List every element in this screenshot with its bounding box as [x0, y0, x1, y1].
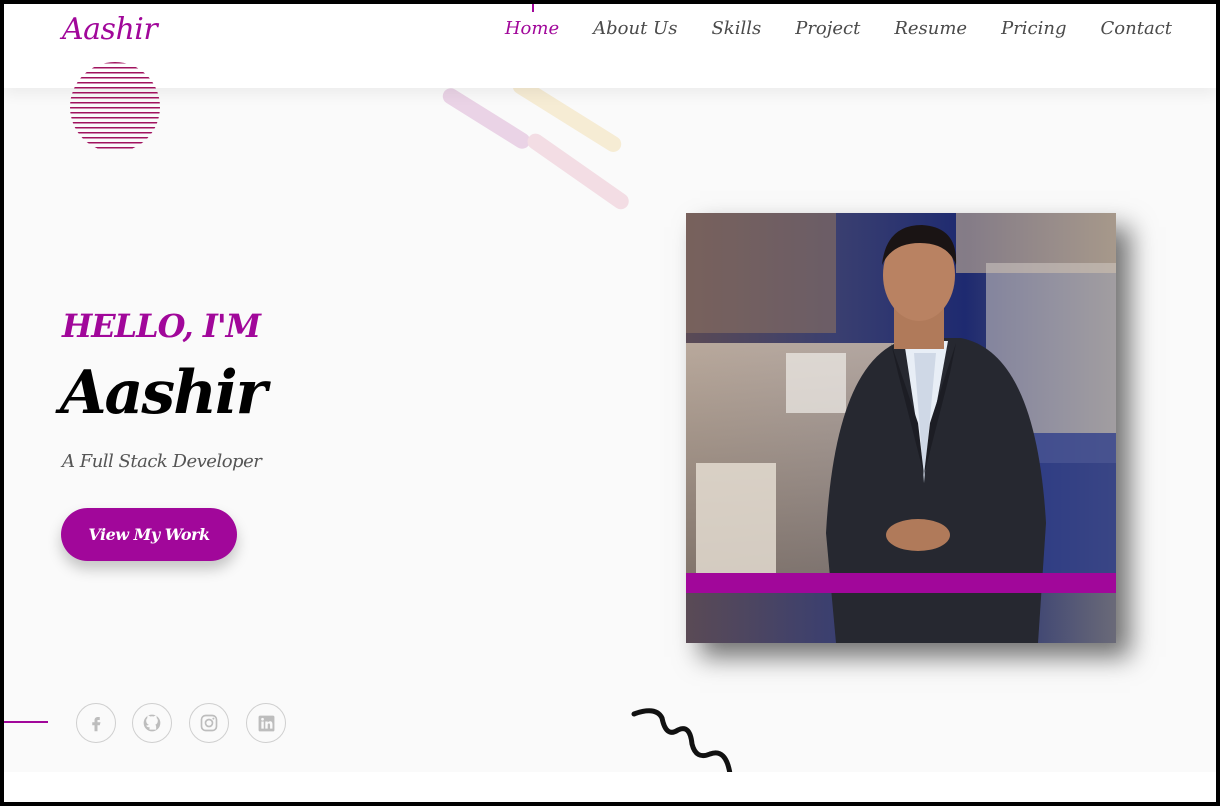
nav-item-pricing[interactable]: Pricing — [1001, 18, 1066, 39]
nav-item-skills[interactable]: Skills — [711, 18, 761, 39]
brand-logo[interactable]: Aashir — [62, 12, 158, 47]
hero-name: Aashir — [60, 358, 267, 428]
facebook-icon — [92, 717, 101, 732]
linkedin-link[interactable] — [246, 703, 286, 743]
nav-item-contact[interactable]: Contact — [1101, 18, 1172, 39]
section-divider — [4, 772, 1216, 802]
nav-item-resume[interactable]: Resume — [894, 18, 967, 39]
social-accent-line — [4, 721, 48, 723]
page-frame: Aashir Home About Us Skills Project Resu… — [4, 4, 1216, 802]
striped-circle-decoration — [70, 62, 160, 152]
nav-item-about-us[interactable]: About Us — [593, 18, 677, 39]
main-nav: Home About Us Skills Project Resume Pric… — [505, 4, 1172, 39]
github-link[interactable] — [132, 703, 172, 743]
view-my-work-button[interactable]: View My Work — [61, 508, 237, 561]
linkedin-icon — [258, 715, 274, 731]
facebook-link[interactable] — [76, 703, 116, 743]
nav-item-project[interactable]: Project — [795, 18, 860, 39]
hero-tagline: A Full Stack Developer — [62, 451, 262, 472]
nav-item-home[interactable]: Home — [505, 4, 559, 39]
github-icon — [143, 714, 161, 732]
top-navbar: Aashir Home About Us Skills Project Resu… — [4, 4, 1216, 88]
profile-photo — [686, 213, 1116, 643]
instagram-link[interactable] — [189, 703, 229, 743]
hero-greeting: HELLO, I'M — [62, 307, 261, 345]
instagram-icon — [200, 714, 218, 732]
squiggle-decoration — [631, 708, 733, 774]
